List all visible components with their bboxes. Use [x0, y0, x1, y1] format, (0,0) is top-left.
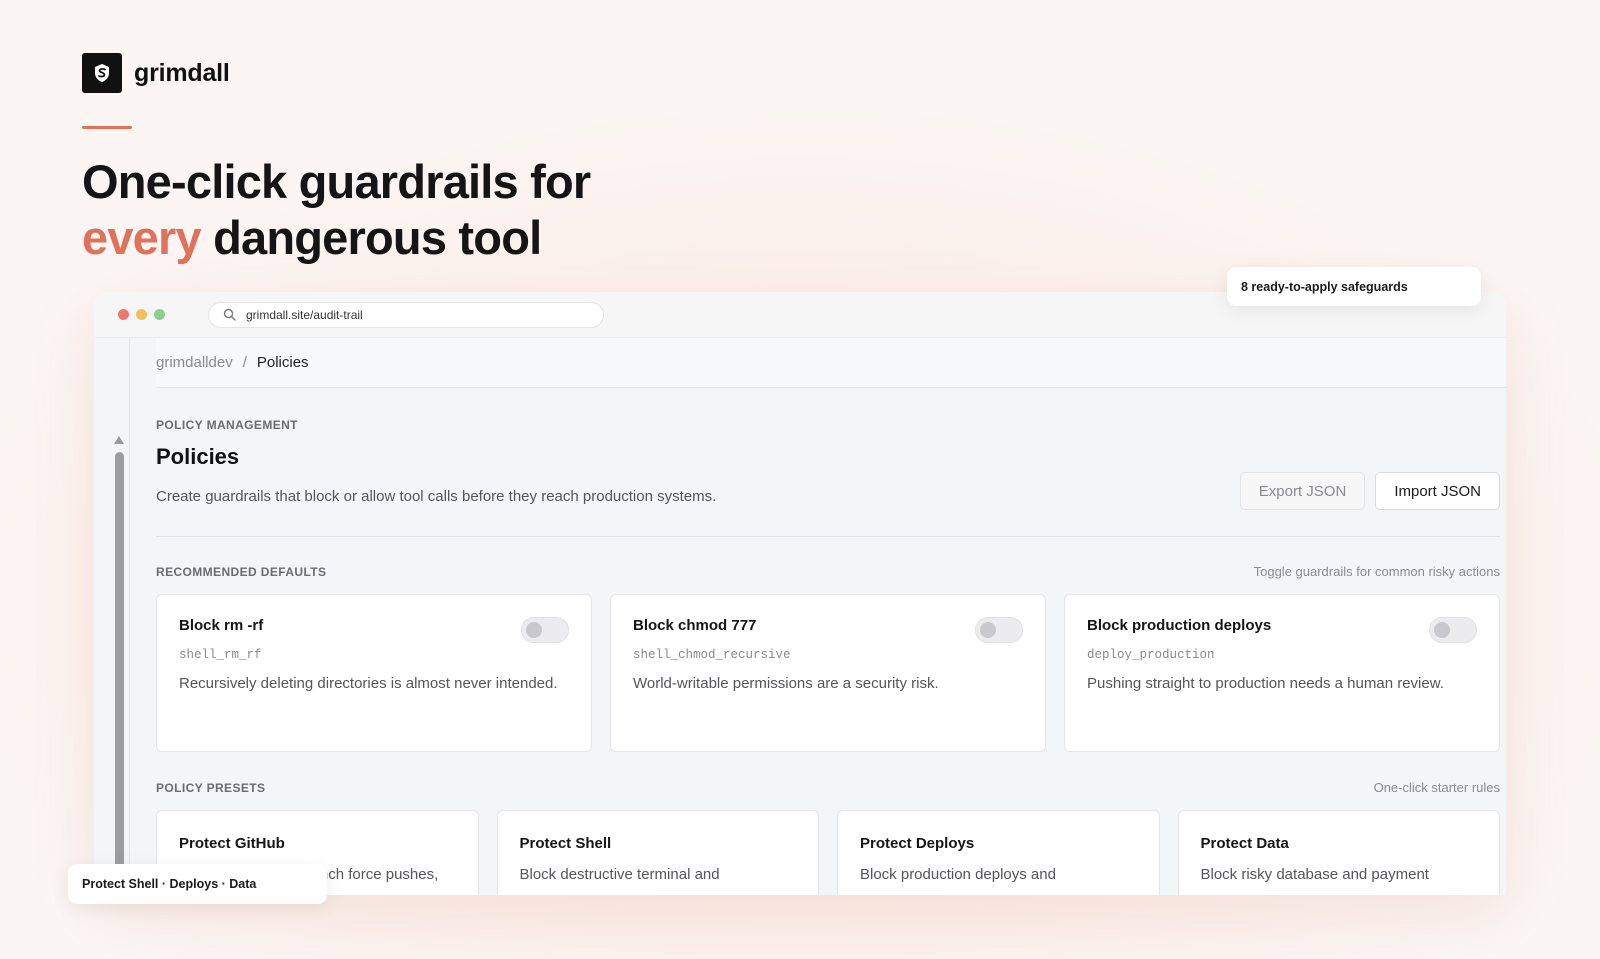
export-json-button[interactable]: Export JSON [1239, 472, 1366, 510]
import-json-button[interactable]: Import JSON [1375, 472, 1500, 510]
presets-heading: POLICY PRESETS [156, 780, 266, 795]
default-card-description: Pushing straight to production needs a h… [1087, 675, 1444, 692]
presets-callout: Protect Shell · Deploys · Data [68, 864, 327, 904]
breadcrumb-org[interactable]: grimdalldev [156, 354, 233, 371]
brand: grimdall [82, 53, 230, 93]
safeguards-callout: 8 ready-to-apply safeguards [1227, 267, 1481, 306]
presets-section-header: POLICY PRESETS One-click starter rules [156, 780, 1500, 795]
preset-card-title: Protect GitHub [179, 835, 285, 852]
section-divider [156, 536, 1500, 537]
header-actions: Export JSON Import JSON [1239, 472, 1500, 510]
default-card-code: deploy_production [1087, 648, 1215, 662]
close-window-dot[interactable] [118, 309, 129, 320]
hero-line-1: One-click guardrails for [82, 155, 591, 208]
preset-card-description: Block production deploys and [860, 866, 1056, 883]
main-content: POLICY MANAGEMENT Policies Create guardr… [156, 388, 1500, 895]
page-description: Create guardrails that block or allow to… [156, 488, 717, 505]
default-card-code: shell_chmod_recursive [633, 648, 791, 662]
defaults-heading: RECOMMENDED DEFAULTS [156, 564, 327, 579]
scroll-up-arrow-icon[interactable] [114, 436, 124, 444]
default-card-code: shell_rm_rf [179, 648, 262, 662]
toggle-chmod[interactable] [975, 617, 1023, 643]
preset-card-description: Block destructive terminal and [519, 866, 720, 883]
default-card-description: Recursively deleting directories is almo… [179, 675, 558, 692]
toggle-deploy[interactable] [1429, 617, 1477, 643]
hero-line-2: dangerous tool [200, 211, 542, 264]
default-card-title: Block production deploys [1087, 617, 1272, 634]
preset-card-title: Protect Shell [519, 835, 612, 852]
preset-card-title: Protect Deploys [860, 835, 975, 852]
maximize-window-dot[interactable] [154, 309, 165, 320]
presets-list: Protect GitHub Block direct main-branch … [156, 810, 1500, 895]
page-title: Policies [156, 444, 240, 469]
app-window: grimdall.site/audit-trail grimdalldev / … [94, 292, 1506, 895]
address-bar[interactable]: grimdall.site/audit-trail [208, 301, 604, 328]
default-card-rm-rf: Block rm -rf shell_rm_rf Recursively del… [156, 594, 592, 752]
preset-card-title: Protect Data [1200, 835, 1289, 852]
hero-headline: One-click guardrails for every dangerous… [82, 154, 591, 266]
hero-highlight: every [82, 211, 202, 264]
default-card-description: World-writable permissions are a securit… [633, 675, 939, 692]
page-eyebrow: POLICY MANAGEMENT [156, 418, 298, 432]
default-card-title: Block chmod 777 [633, 617, 757, 634]
toggle-knob [1434, 622, 1450, 638]
sidebar-gutter [94, 338, 130, 895]
accent-divider [82, 126, 132, 129]
logo-icon [82, 53, 122, 93]
default-card-chmod: Block chmod 777 shell_chmod_recursive Wo… [610, 594, 1046, 752]
preset-card-shell[interactable]: Protect Shell Block destructive terminal… [496, 810, 819, 895]
defaults-section-header: RECOMMENDED DEFAULTS Toggle guardrails f… [156, 564, 1500, 579]
minimize-window-dot[interactable] [136, 309, 147, 320]
preset-card-description: Block risky database and payment [1200, 866, 1429, 883]
brand-name: grimdall [134, 58, 230, 87]
breadcrumb: grimdalldev / Policies [156, 338, 1506, 388]
search-icon [223, 308, 236, 321]
toggle-knob [526, 622, 542, 638]
preset-card-data[interactable]: Protect Data Block risky database and pa… [1177, 810, 1500, 895]
page-header: POLICY MANAGEMENT Policies Create guardr… [156, 418, 716, 505]
breadcrumb-separator: / [242, 354, 247, 371]
defaults-list: Block rm -rf shell_rm_rf Recursively del… [156, 594, 1500, 752]
default-card-deploy: Block production deploys deploy_producti… [1064, 594, 1500, 752]
address-url: grimdall.site/audit-trail [246, 307, 363, 322]
defaults-note: Toggle guardrails for common risky actio… [1253, 564, 1500, 579]
preset-card-deploys[interactable]: Protect Deploys Block production deploys… [837, 810, 1160, 895]
default-card-title: Block rm -rf [179, 617, 264, 634]
presets-note: One-click starter rules [1373, 780, 1500, 795]
toggle-knob [980, 622, 996, 638]
toggle-rm-rf[interactable] [521, 617, 569, 643]
scrollbar-thumb[interactable] [115, 452, 124, 895]
breadcrumb-current: Policies [256, 354, 309, 371]
